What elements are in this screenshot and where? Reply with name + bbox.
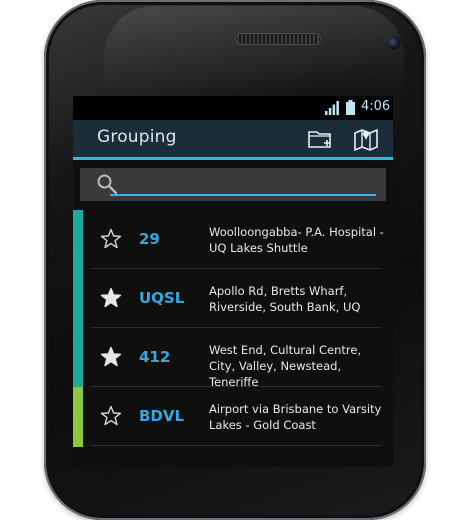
row-divider <box>91 445 381 446</box>
signal-icon <box>325 101 339 115</box>
front-camera <box>387 36 401 50</box>
group-color-bar <box>73 387 83 447</box>
route-description: Woolloongabba- P.A. Hospital - UQ Lakes … <box>209 225 384 255</box>
favorite-star-icon[interactable] <box>100 405 122 427</box>
action-bar: Grouping <box>73 120 393 160</box>
route-code: BDVL <box>139 407 185 425</box>
status-bar: 4:06 <box>73 96 393 120</box>
battery-icon <box>346 100 355 115</box>
route-code: 29 <box>139 230 160 248</box>
search-input[interactable] <box>110 172 376 196</box>
map-icon <box>354 129 378 151</box>
route-row[interactable]: BDVL Airport via Brisbane to Varsity Lak… <box>73 387 393 447</box>
route-row[interactable]: UQSL Apollo Rd, Bretts Wharf, Riverside,… <box>73 269 393 329</box>
page-title: Grouping <box>97 127 177 147</box>
favorite-star-icon[interactable] <box>100 287 122 309</box>
search-field <box>80 168 386 201</box>
status-time: 4:06 <box>361 99 391 114</box>
new-folder-icon <box>308 131 331 148</box>
route-description: Airport via Brisbane to Varsity Lakes - … <box>209 402 382 432</box>
group-color-bar <box>73 269 83 329</box>
route-code: UQSL <box>139 289 185 307</box>
favorite-star-icon[interactable] <box>100 228 122 250</box>
route-code: 412 <box>139 348 171 366</box>
new-folder-button[interactable] <box>304 124 338 154</box>
group-color-bar <box>73 328 83 388</box>
map-button[interactable] <box>349 124 383 154</box>
route-description: West End, Cultural Centre, City, Valley,… <box>209 343 362 389</box>
group-color-bar <box>73 210 83 270</box>
favorite-star-icon[interactable] <box>100 346 122 368</box>
route-description: Apollo Rd, Bretts Wharf, Riverside, Sout… <box>209 284 361 314</box>
search-bar <box>73 160 393 210</box>
route-row[interactable]: 412 West End, Cultural Centre, City, Val… <box>73 328 393 389</box>
route-list: 29 Woolloongabba- P.A. Hospital - UQ Lak… <box>73 210 393 467</box>
route-row[interactable]: 29 Woolloongabba- P.A. Hospital - UQ Lak… <box>73 210 393 270</box>
speaker-grille <box>235 33 321 45</box>
phone-screen: 4:06 Grouping 29 Woolloongabba- P.A. Hos… <box>73 96 393 467</box>
phone-glare <box>104 6 404 94</box>
